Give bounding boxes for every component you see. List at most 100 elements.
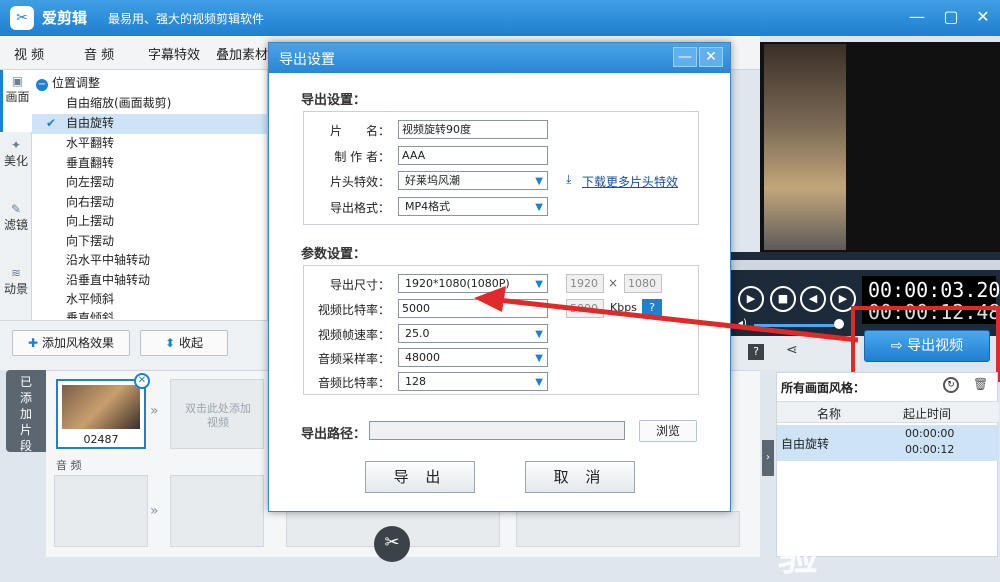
params-group: 导出尺寸： 1920*1080(1080P) ▼ 1920 × 1080 视频比… <box>303 265 699 395</box>
picture-icon: ▣ <box>11 74 24 88</box>
effect-item[interactable]: 沿水平中轴转动 <box>32 251 268 271</box>
effect-item-selected[interactable]: ✔ 自由旋转 <box>32 114 268 134</box>
fps-value: 25.0 <box>405 327 430 340</box>
tab-overlay[interactable]: 叠加素材 <box>216 44 268 63</box>
effect-item[interactable]: 垂直翻转 <box>32 154 268 174</box>
add-style-button[interactable]: ✚ 添加风格效果 <box>12 330 130 356</box>
audio-slot[interactable] <box>54 475 148 547</box>
effect-item[interactable]: 沿垂直中轴转动 <box>32 271 268 291</box>
maximize-icon[interactable]: ▢ <box>940 6 962 28</box>
vbitrate-custom-input[interactable]: 5000 <box>566 299 604 318</box>
dialog-minimize-icon[interactable]: — <box>673 47 697 67</box>
waves-icon: ≋ <box>10 266 22 280</box>
added-clips-tab[interactable]: 已添加片段 <box>6 370 46 453</box>
chevron-down-icon: ▼ <box>535 353 543 364</box>
refresh-icon[interactable]: ↻ <box>943 377 959 393</box>
intro-value: 好莱坞风潮 <box>405 174 460 187</box>
dialog-close-icon[interactable]: ✕ <box>699 47 723 67</box>
vtab-filter[interactable]: ✎ 滤镜 <box>0 198 32 260</box>
chevron-down-icon: ▼ <box>535 377 543 388</box>
effect-item[interactable]: 水平翻转 <box>32 134 268 154</box>
fps-select[interactable]: 25.0 ▼ <box>398 324 548 343</box>
share-icon[interactable]: ⋖ <box>786 342 798 358</box>
vtab-motion[interactable]: ≋ 动景 <box>0 262 32 324</box>
tab-subtitle[interactable]: 字幕特效 <box>148 44 200 63</box>
path-input[interactable] <box>369 421 625 440</box>
checkmark-icon: ✔ <box>46 116 57 130</box>
clip-name: 02487 <box>83 433 119 446</box>
vtab-picture[interactable]: ▣ 画面 <box>0 70 32 132</box>
vtab-beautify[interactable]: ✦ 美化 <box>0 134 32 196</box>
author-input[interactable]: AAA <box>398 146 548 165</box>
remove-clip-icon[interactable]: ✕ <box>134 373 150 389</box>
audio-slot[interactable] <box>170 475 264 547</box>
chevron-down-icon: ▼ <box>535 202 543 213</box>
add-video-placeholder: 双击此处添加视频 <box>185 402 251 429</box>
abitrate-value: 128 <box>405 375 426 388</box>
sparkle-icon: ✦ <box>10 138 22 152</box>
clip-thumbnail[interactable]: 02487 <box>56 379 146 449</box>
volume-icon[interactable]: ◂) <box>738 318 750 329</box>
effect-item[interactable]: 垂直倾斜 <box>32 309 268 319</box>
volume-knob[interactable] <box>834 319 844 329</box>
app-logo-icon: ✂ <box>10 6 34 30</box>
size-select[interactable]: 1920*1080(1080P) ▼ <box>398 274 548 293</box>
annotation-highlight-box <box>851 306 1000 382</box>
title-bar: ✂ 爱剪辑 最易用、强大的视频剪辑软件 — ▢ ✕ <box>0 0 1000 36</box>
tab-video[interactable]: 视 频 <box>14 44 44 63</box>
intro-select[interactable]: 好莱坞风潮 ▼ <box>398 171 548 190</box>
close-icon[interactable]: ✕ <box>972 6 994 28</box>
section-export-label: 导出设置： <box>301 93 367 108</box>
effect-item[interactable]: 向右摆动 <box>32 193 268 213</box>
effect-item[interactable]: 向下摆动 <box>32 232 268 252</box>
panel-toggle-icon[interactable]: › <box>762 440 774 476</box>
app-slogan: 最易用、强大的视频剪辑软件 <box>108 12 265 26</box>
effect-item[interactable]: 水平倾斜 <box>32 290 268 310</box>
play-icon[interactable]: ▶ <box>738 286 764 312</box>
vbitrate-input[interactable]: 5000 <box>398 299 548 318</box>
added-clips-label: 已添加片段 <box>19 375 32 453</box>
tab-audio[interactable]: 音 频 <box>84 44 114 63</box>
effect-item[interactable]: 向上摆动 <box>32 212 268 232</box>
format-select[interactable]: MP4格式 ▼ <box>398 197 548 216</box>
vtab-label: 美化 <box>3 154 28 168</box>
progress-track[interactable] <box>730 260 1000 270</box>
collapse-icon[interactable]: − <box>36 79 48 91</box>
style-panel-title: 所有画面风格： <box>781 381 866 395</box>
audio-slot[interactable] <box>516 511 740 547</box>
effect-item[interactable]: 向左摆动 <box>32 173 268 193</box>
trash-icon[interactable]: 🗑 <box>973 377 988 391</box>
export-button[interactable]: 导 出 <box>365 461 475 493</box>
asample-value: 48000 <box>405 351 440 364</box>
size-width-input[interactable]: 1920 <box>566 274 604 293</box>
export-group: 片 名： 视频旋转90度 制 作 者： AAA 片头特效： 好莱坞风潮 ▼ ⤓ … <box>303 111 699 225</box>
effects-group-header[interactable]: − 位置调整 <box>36 74 100 91</box>
add-video-slot[interactable]: 双击此处添加视频 <box>170 379 264 449</box>
stop-icon[interactable]: ■ <box>770 286 796 312</box>
label-size: 导出尺寸： <box>329 278 390 292</box>
export-settings-dialog: 导出设置 — ✕ 导出设置： 片 名： 视频旋转90度 制 作 者： AAA 片… <box>268 42 731 512</box>
vtab-label: 动景 <box>3 282 28 296</box>
chevron-right-icon: » <box>150 403 159 419</box>
help-icon[interactable]: ? <box>642 299 662 316</box>
app-name: 爱剪辑 <box>42 9 88 27</box>
effect-item[interactable]: 自由缩放(画面裁剪) <box>32 94 268 114</box>
magic-wand-icon: ✚ <box>28 336 39 350</box>
download-more-link[interactable]: 下载更多片头特效 <box>582 173 678 190</box>
cancel-button[interactable]: 取 消 <box>525 461 635 493</box>
name-input[interactable]: 视频旋转90度 <box>398 120 548 139</box>
minimize-icon[interactable]: — <box>906 6 928 28</box>
browse-button[interactable]: 浏览 <box>639 420 697 442</box>
style-table-row[interactable]: 自由旋转 00:00:00 00:00:12 <box>777 425 999 461</box>
size-height-input[interactable]: 1080 <box>624 274 662 293</box>
label-author: 制 作 者： <box>334 150 390 164</box>
label-vbitrate: 视频比特率： <box>317 303 390 317</box>
video-frame-image <box>764 44 846 250</box>
collapse-button[interactable]: ⬍ 收起 <box>140 330 228 356</box>
volume-slider[interactable] <box>754 324 838 327</box>
vtab-label: 画面 <box>5 90 30 104</box>
asample-select[interactable]: 48000 ▼ <box>398 348 548 367</box>
snapshot-icon[interactable]: ? <box>748 344 764 360</box>
abitrate-select[interactable]: 128 ▼ <box>398 372 548 391</box>
prev-frame-icon[interactable]: ◀ <box>800 286 826 312</box>
